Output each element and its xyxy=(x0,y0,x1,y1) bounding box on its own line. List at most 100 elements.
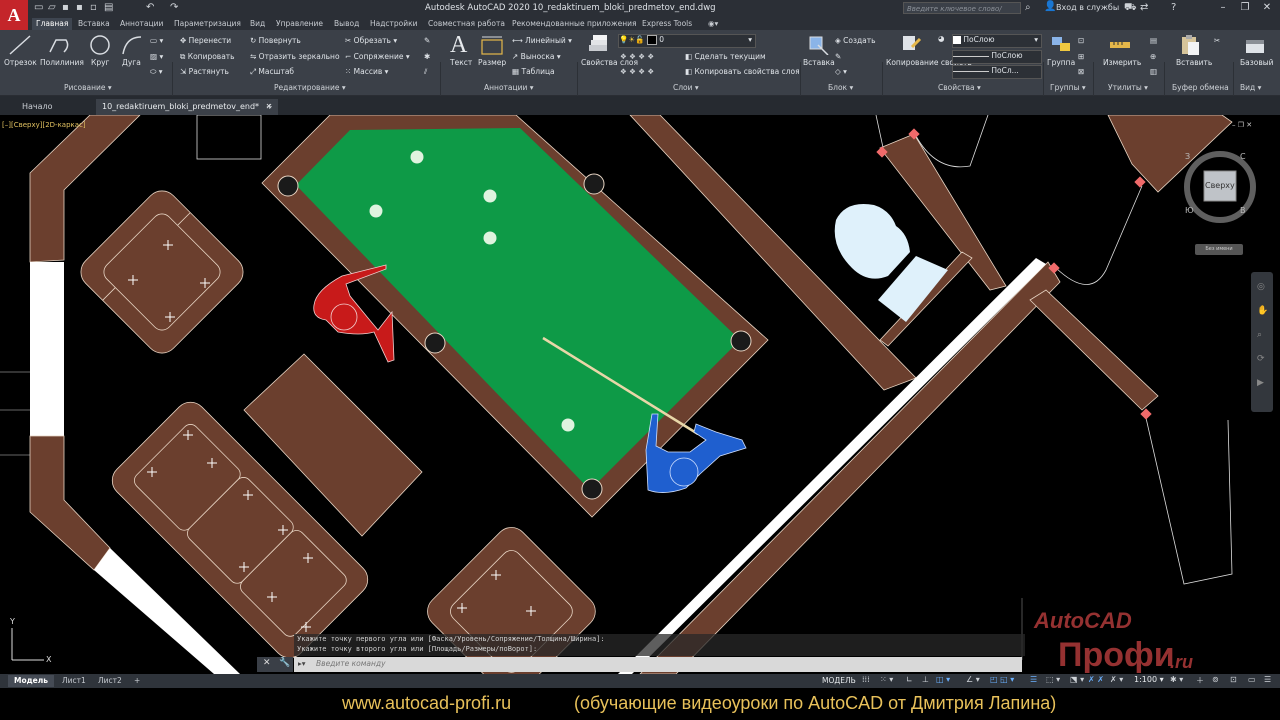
measure-button[interactable]: Измерить xyxy=(1103,58,1141,67)
search-icon[interactable]: ⌕ xyxy=(1025,2,1031,13)
transparency-icon[interactable]: ⬚ ▾ xyxy=(1046,675,1060,684)
rotate-button[interactable]: ↻ Повернуть xyxy=(250,36,301,45)
selection-cycling-icon[interactable]: ⬔ ▾ xyxy=(1070,675,1084,684)
orbit-icon[interactable]: ⟳ xyxy=(1257,354,1265,364)
stretch-button[interactable]: ⇲ Растянуть xyxy=(180,67,229,76)
line-button[interactable]: Отрезок xyxy=(4,58,37,67)
hatch-icon[interactable]: ▨ ▾ xyxy=(150,52,163,61)
mirror-button[interactable]: ⇋ Отразить зеркально xyxy=(250,52,340,61)
lineweight-icon[interactable]: ☰ xyxy=(1030,675,1037,684)
group-icon[interactable] xyxy=(1050,33,1074,55)
dimension-icon[interactable] xyxy=(480,34,504,56)
close-command-icon[interactable]: ✕ xyxy=(263,658,271,668)
group-select-icon[interactable]: ⊠ xyxy=(1078,67,1084,76)
drawing-canvas[interactable]: Y X xyxy=(0,115,1280,674)
fillet-button[interactable]: ⌐ Сопряжение ▾ xyxy=(345,52,410,61)
undo-icon[interactable]: ↶ xyxy=(146,2,154,13)
showmotion-icon[interactable]: ▶ xyxy=(1257,378,1264,388)
erase-icon[interactable]: ✎ xyxy=(424,36,430,45)
viewport-controls-label[interactable]: [–][Сверху][2D-каркас] xyxy=(2,121,86,129)
polyline-icon[interactable] xyxy=(48,34,72,56)
tab-sheet1[interactable]: Лист1 xyxy=(62,675,86,687)
utilities-panel-label[interactable]: Утилиты ▾ xyxy=(1108,83,1148,92)
layer-tools-icons-2[interactable]: ❖ ❖ ❖ ❖ xyxy=(620,67,654,76)
polyline-button[interactable]: Полилиния xyxy=(40,58,84,67)
lineweight-dropdown[interactable]: ПоСл... xyxy=(952,65,1042,79)
share-icon[interactable]: ⇄ xyxy=(1140,2,1148,13)
color-wheel-icon[interactable]: ◕ xyxy=(938,34,945,43)
help-icon[interactable]: ? xyxy=(1171,2,1176,13)
layers-panel-label[interactable]: Слои ▾ xyxy=(673,83,699,92)
save-icon[interactable]: ▪ xyxy=(62,2,69,13)
explode-icon[interactable]: ✱ xyxy=(424,52,430,61)
line-icon[interactable] xyxy=(8,34,32,56)
autocad-logo[interactable]: A xyxy=(0,0,28,30)
measure-icon[interactable] xyxy=(1108,34,1132,54)
ellipse-icon[interactable]: ⬭ ▾ xyxy=(150,67,163,77)
draw-panel-label[interactable]: Рисование ▾ xyxy=(64,83,112,92)
fullnav-wheel-icon[interactable]: ◎ xyxy=(1257,282,1265,292)
linetype-dropdown[interactable]: ПоСлою xyxy=(952,50,1042,64)
hardware-accel-icon[interactable]: ⊡ xyxy=(1230,675,1237,684)
block-panel-label[interactable]: Блок ▾ xyxy=(828,83,853,92)
linear-dim-button[interactable]: ⟷ Линейный ▾ xyxy=(512,36,572,45)
save-as-icon[interactable]: ▪ xyxy=(76,2,83,13)
match-layer-button[interactable]: ◧ Копировать свойства слоя xyxy=(685,67,800,76)
annotation-scale[interactable]: 1:100 ▾ xyxy=(1134,675,1164,684)
tab-model[interactable]: Модель xyxy=(8,675,54,687)
match-properties-icon[interactable] xyxy=(900,33,924,55)
redo-icon[interactable]: ↷ xyxy=(170,2,178,13)
view-panel-label[interactable]: Вид ▾ xyxy=(1240,83,1261,92)
snap-icon[interactable]: ⁙ ▾ xyxy=(880,675,893,684)
user-icon[interactable]: 👤 xyxy=(1044,1,1056,12)
circle-icon[interactable] xyxy=(88,33,112,57)
copy-button[interactable]: ⧉ Копировать xyxy=(180,52,235,62)
tab-home[interactable]: Главная xyxy=(32,18,73,30)
annotation-panel-label[interactable]: Аннотации ▾ xyxy=(484,83,534,92)
print-icon[interactable]: ▤ xyxy=(104,2,113,13)
new-file-icon[interactable]: ▭ xyxy=(34,2,43,13)
text-icon[interactable]: A xyxy=(450,32,467,59)
dimension-button[interactable]: Размер xyxy=(478,58,506,67)
zoom-icon[interactable]: ⌕ xyxy=(1257,330,1262,340)
scale-button[interactable]: ⤢ Масштаб xyxy=(250,67,294,77)
leader-button[interactable]: ↗ Выноска ▾ xyxy=(512,52,561,61)
viewcube-face-label[interactable]: Сверху xyxy=(1205,181,1235,190)
modify-panel-label[interactable]: Редактирование ▾ xyxy=(274,83,346,92)
id-point-icon[interactable]: ⊕ xyxy=(1150,52,1156,61)
text-button[interactable]: Текст xyxy=(450,58,472,67)
tab-annotate[interactable]: Аннотации xyxy=(120,18,163,30)
tab-options-icon[interactable]: ◉▾ xyxy=(708,18,718,30)
annotation-visibility-icon[interactable]: ✗ ▾ xyxy=(1110,675,1123,684)
array-button[interactable]: ⁙ Массив ▾ xyxy=(345,67,388,76)
tab-output[interactable]: Вывод xyxy=(334,18,359,30)
isodraft-icon[interactable]: ◫ ▾ xyxy=(936,675,950,684)
base-view-icon[interactable] xyxy=(1243,34,1267,56)
offset-icon[interactable]: ⫽ xyxy=(424,67,427,77)
tab-featured-apps[interactable]: Рекомендованные приложения xyxy=(512,18,637,30)
arc-button[interactable]: Дуга xyxy=(122,58,141,67)
make-current-button[interactable]: ◧ Сделать текущим xyxy=(685,52,766,61)
tab-express-tools[interactable]: Express Tools xyxy=(642,18,692,30)
group-edit-icon[interactable]: ⊞ xyxy=(1078,52,1084,61)
cart-icon[interactable]: ⛟ xyxy=(1124,2,1137,15)
create-block-button[interactable]: ◈ Создать xyxy=(835,36,876,45)
tab-parametric[interactable]: Параметризация xyxy=(174,18,241,30)
annotation-monitor-icon[interactable]: ✗ ✗ xyxy=(1088,675,1104,684)
group-button[interactable]: Группа xyxy=(1047,58,1075,67)
layer-properties-icon[interactable] xyxy=(586,33,610,55)
viewport-window-controls[interactable]: – ❐ ✕ xyxy=(1232,121,1252,129)
trim-button[interactable]: ✂ Обрезать ▾ xyxy=(345,36,397,45)
quick-select-icon[interactable]: ▥ xyxy=(1150,67,1157,76)
pan-icon[interactable]: ✋ xyxy=(1257,306,1268,316)
tab-drawing[interactable]: 10_redaktiruem_bloki_predmetov_end* ✕ xyxy=(96,99,279,115)
close-icon[interactable]: ✕ xyxy=(1256,0,1278,16)
object-snap-icon[interactable]: ◰ ◱ ▾ xyxy=(990,675,1014,684)
layer-tools-icons[interactable]: ❖ ❖ ❖ ❖ xyxy=(620,52,654,61)
tab-start[interactable]: Начало xyxy=(22,99,53,115)
clipboard-panel-label[interactable]: Буфер обмена xyxy=(1172,83,1229,92)
tab-view[interactable]: Вид xyxy=(250,18,265,30)
grid-icon[interactable]: ⁞⁞⁞ xyxy=(862,675,870,684)
groups-panel-label[interactable]: Группы ▾ xyxy=(1050,83,1086,92)
add-layout-icon[interactable]: + xyxy=(134,675,140,687)
